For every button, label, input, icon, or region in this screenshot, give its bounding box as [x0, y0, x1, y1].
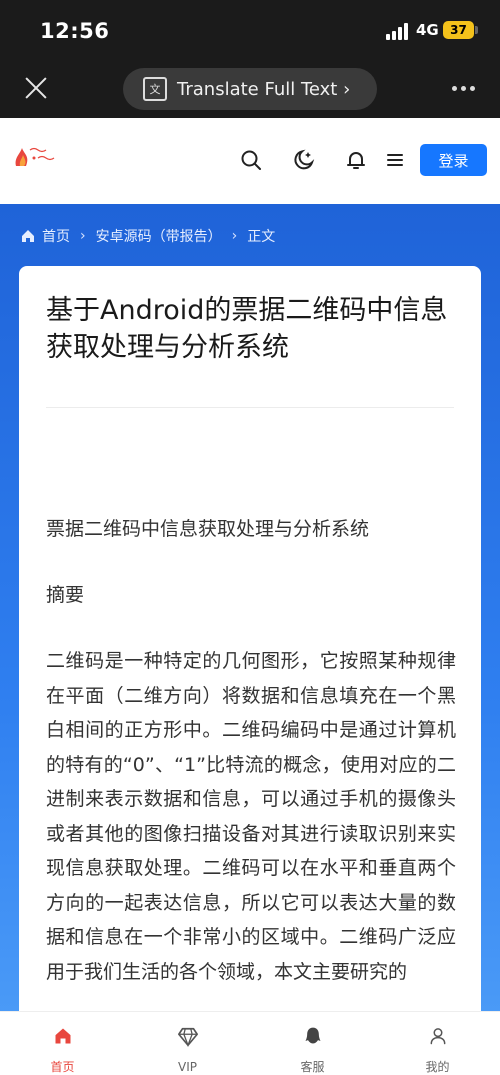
breadcrumb-separator: › — [80, 228, 86, 244]
status-time: 12:56 — [40, 19, 110, 43]
service-icon — [305, 1027, 320, 1044]
site-logo[interactable] — [12, 136, 64, 172]
site-header: 登录 — [0, 118, 500, 204]
breadcrumb-current: 正文 — [247, 229, 276, 245]
nav-label: VIP — [178, 1060, 197, 1074]
content-area: 首页 › 安卓源码（带报告） › 正文 基于Android的票据二维码中信息获取… — [0, 204, 500, 1024]
nav-label: 客服 — [300, 1060, 325, 1074]
dark-mode-icon[interactable] — [292, 148, 316, 172]
menu-icon[interactable] — [383, 148, 407, 172]
signal-icon — [386, 22, 412, 40]
browser-top-bar: 12:56 4G 37 文 Translate Full Text › — [0, 0, 500, 118]
article-card: 基于Android的票据二维码中信息获取处理与分析系统 票据二维码中信息获取处理… — [19, 266, 481, 1024]
search-icon[interactable] — [239, 148, 263, 172]
nav-item-service[interactable]: 客服 — [250, 1012, 375, 1075]
status-bar: 12:56 4G 37 — [0, 0, 500, 62]
diamond-icon — [177, 1027, 198, 1048]
nav-item-vip[interactable]: VIP — [125, 1012, 250, 1075]
close-icon[interactable] — [22, 74, 50, 102]
translate-label: Translate Full Text › — [177, 78, 351, 100]
breadcrumb: 首页 › 安卓源码（带报告） › 正文 — [20, 226, 275, 246]
article-subtitle: 票据二维码中信息获取处理与分析系统 — [46, 518, 370, 540]
home-icon — [22, 230, 34, 242]
breadcrumb-category[interactable]: 安卓源码（带报告） — [96, 226, 222, 246]
home-icon — [55, 1028, 70, 1044]
battery-tip — [475, 26, 478, 34]
article-body: 二维码是一种特定的几何图形，它按照某种规律在平面（二维方向）将数据和信息填充在一… — [46, 650, 456, 983]
nav-item-profile[interactable]: 我的 — [375, 1012, 500, 1075]
user-icon — [430, 1028, 445, 1045]
nav-item-home[interactable]: 首页 — [0, 1012, 125, 1075]
battery-icon: 37 — [443, 21, 474, 39]
translate-icon: 文 — [143, 77, 167, 101]
breadcrumb-separator: › — [231, 228, 238, 244]
login-button[interactable]: 登录 — [420, 144, 487, 176]
divider — [46, 407, 454, 408]
bottom-nav: 首页 VIP 客服 我的 — [0, 1011, 500, 1075]
abstract-heading: 摘要 — [46, 584, 85, 606]
page-title: 基于Android的票据二维码中信息获取处理与分析系统 — [46, 295, 448, 363]
bell-icon[interactable] — [344, 148, 368, 172]
more-icon[interactable] — [452, 86, 475, 91]
breadcrumb-home[interactable]: 首页 — [42, 226, 70, 246]
nav-label: 我的 — [425, 1060, 450, 1074]
translate-full-text-button[interactable]: 文 Translate Full Text › — [123, 68, 377, 110]
network-type: 4G — [416, 21, 439, 39]
nav-label: 首页 — [50, 1060, 75, 1074]
